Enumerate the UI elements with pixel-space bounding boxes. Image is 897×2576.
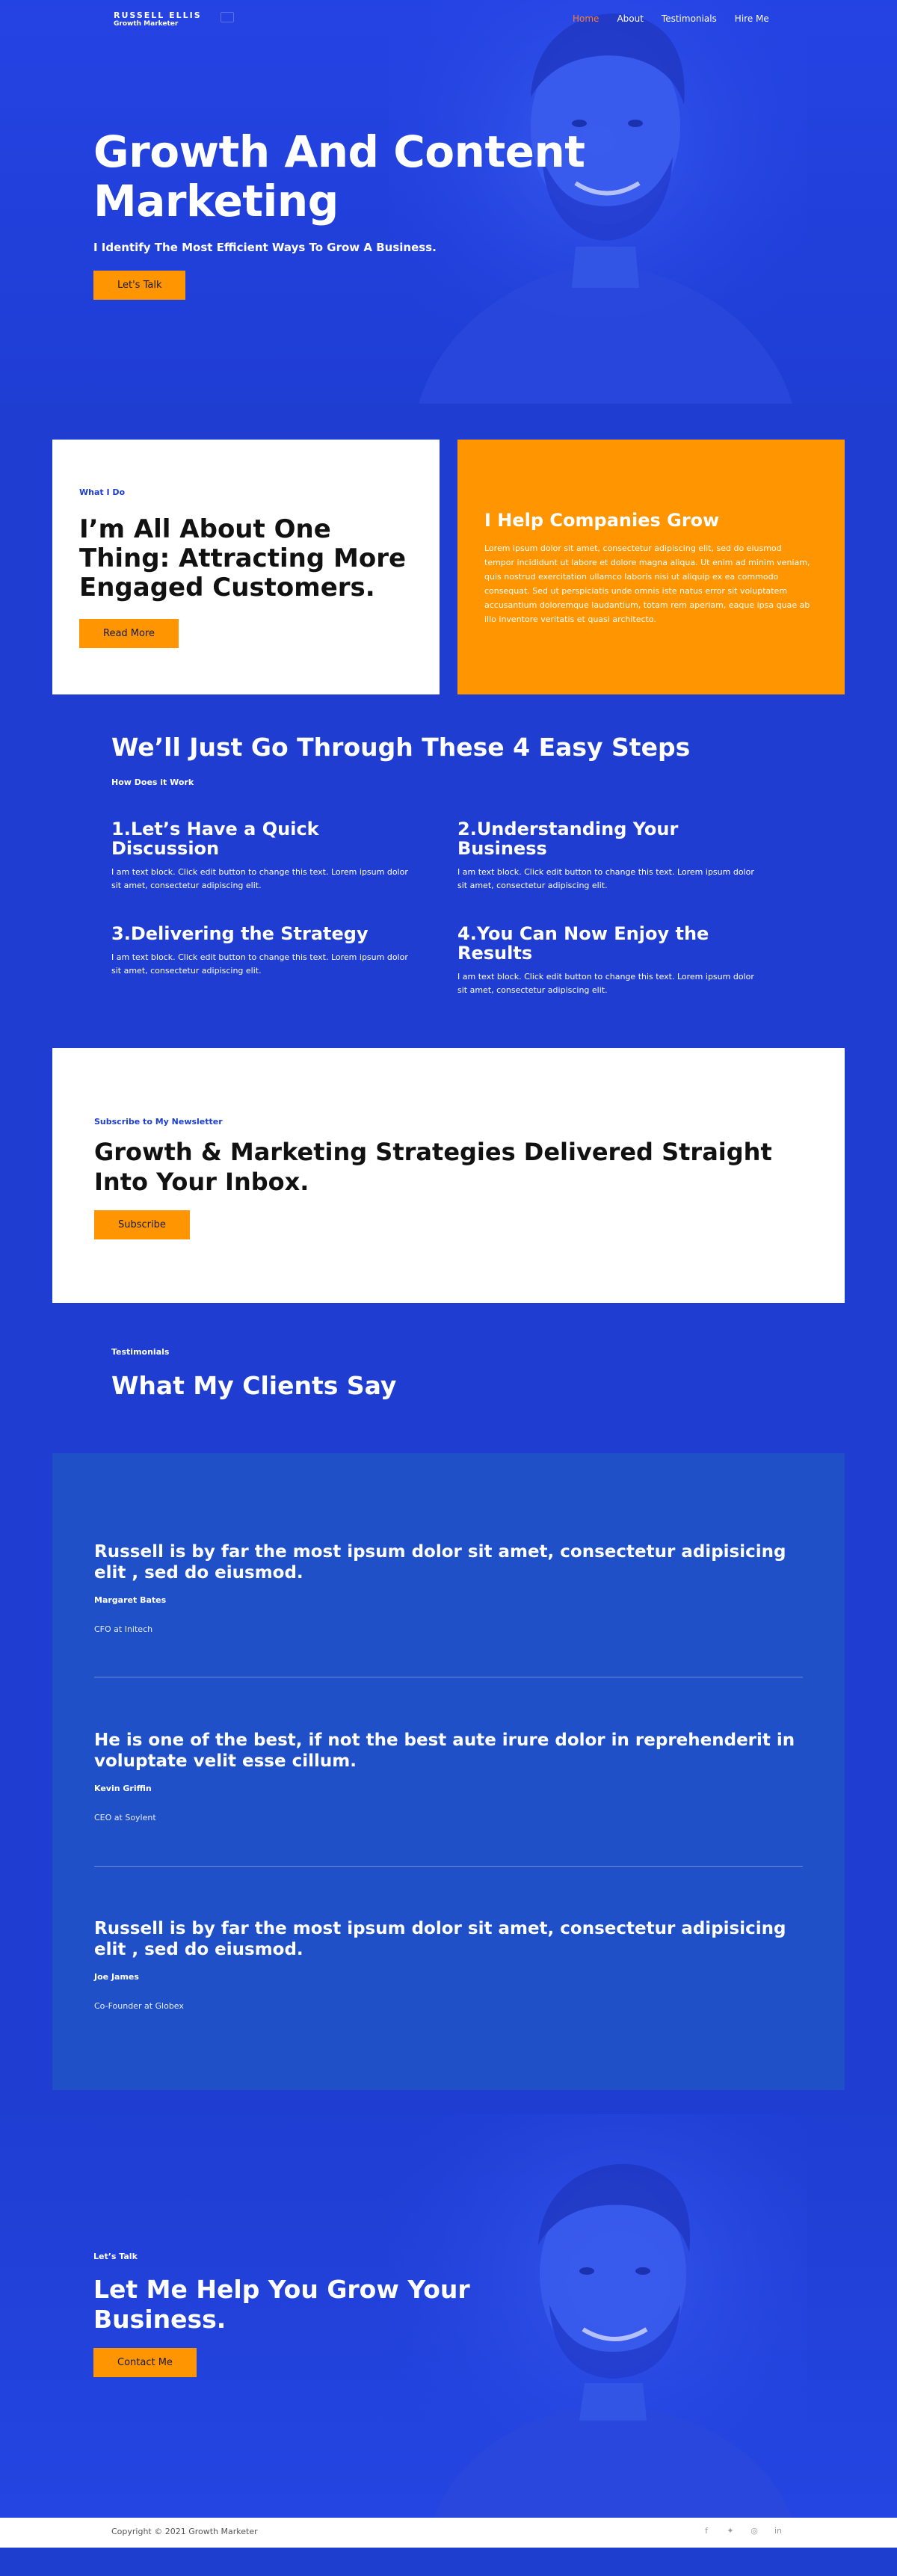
step-item: 2.Understanding Your Business I am text … bbox=[457, 819, 771, 893]
step-title: 2.Understanding Your Business bbox=[457, 819, 679, 859]
nav-item-home[interactable]: Home bbox=[573, 13, 599, 24]
steps-section: We’ll Just Go Through These 4 Easy Steps… bbox=[0, 704, 897, 1048]
step-text: I am text block. Click edit button to ch… bbox=[457, 867, 754, 890]
nav-item-about[interactable]: About bbox=[617, 13, 643, 24]
nav-item-testimonials[interactable]: Testimonials bbox=[662, 13, 717, 24]
testimonial-role: CEO at Soylent bbox=[94, 1813, 156, 1822]
menu-toggle-icon[interactable] bbox=[221, 12, 234, 22]
linkedin-icon[interactable]: in bbox=[773, 2526, 783, 2536]
testimonial-item: Russell is by far the most ipsum dolor s… bbox=[94, 1541, 804, 1634]
hero-content: Growth And Content Marketing I Identify … bbox=[93, 127, 617, 300]
nav-item-hire-me[interactable]: Hire Me bbox=[735, 13, 769, 24]
newsletter-title: Growth & Marketing Strategies Delivered … bbox=[94, 1138, 772, 1196]
testimonial-author: Joe James bbox=[94, 1972, 139, 1982]
social-links: f ✦ ◎ in bbox=[701, 2526, 783, 2536]
what-i-do-title: I’m All About One Thing: Attracting More… bbox=[79, 514, 407, 603]
step-title: 4.You Can Now Enjoy the Results bbox=[457, 923, 709, 964]
testimonials-title: What My Clients Say bbox=[111, 1371, 397, 1400]
step-title: 1.Let’s Have a Quick Discussion bbox=[111, 819, 319, 859]
step-text: I am text block. Click edit button to ch… bbox=[457, 972, 754, 995]
cta-title: Let Me Help You Grow Your Business. bbox=[93, 2275, 470, 2334]
read-more-button[interactable]: Read More bbox=[79, 619, 179, 648]
testimonial-role: Co-Founder at Globex bbox=[94, 2001, 184, 2011]
newsletter-section: Subscribe to My Newsletter Growth & Mark… bbox=[0, 1048, 897, 1326]
testimonials-section: Russell is by far the most ipsum dolor s… bbox=[0, 1453, 897, 2114]
help-companies-title: I Help Companies Grow bbox=[484, 510, 720, 531]
newsletter-card: Subscribe to My Newsletter Growth & Mark… bbox=[52, 1048, 845, 1303]
testimonial-item: Russell is by far the most ipsum dolor s… bbox=[94, 1918, 804, 2011]
top-navigation: RUSSELL ELLIS Growth Marketer Home About… bbox=[0, 0, 897, 39]
hero-section: RUSSELL ELLIS Growth Marketer Home About… bbox=[0, 0, 897, 404]
contact-me-button[interactable]: Contact Me bbox=[93, 2348, 197, 2377]
testimonial-author: Margaret Bates bbox=[94, 1595, 167, 1605]
hero-title: Growth And Content Marketing bbox=[93, 127, 617, 226]
newsletter-eyebrow: Subscribe to My Newsletter bbox=[94, 1117, 223, 1127]
testimonial-quote: Russell is by far the most ipsum dolor s… bbox=[94, 1542, 786, 1583]
testimonials-header: Testimonials What My Clients Say bbox=[0, 1326, 897, 1453]
about-section: What I Do I’m All About One Thing: Attra… bbox=[0, 404, 897, 704]
step-item: 4.You Can Now Enjoy the Results I am tex… bbox=[457, 923, 754, 997]
what-i-do-card: What I Do I’m All About One Thing: Attra… bbox=[52, 440, 440, 694]
facebook-icon[interactable]: f bbox=[701, 2526, 712, 2536]
testimonial-author: Kevin Griffin bbox=[94, 1784, 152, 1793]
step-title: 3.Delivering the Strategy bbox=[111, 923, 369, 944]
hero-subtitle: I Identify The Most Efficient Ways To Gr… bbox=[93, 241, 437, 254]
brand-logo[interactable]: RUSSELL ELLIS Growth Marketer bbox=[114, 10, 202, 28]
testimonial-divider bbox=[94, 1866, 803, 1867]
nav-menu: Home About Testimonials Hire Me bbox=[573, 13, 787, 24]
steps-title: We’ll Just Go Through These 4 Easy Steps bbox=[111, 733, 691, 762]
steps-eyebrow: How Does it Work bbox=[111, 777, 194, 787]
hero-title-line1: Growth And Content bbox=[93, 126, 585, 177]
testimonials-eyebrow: Testimonials bbox=[111, 1347, 170, 1357]
subscribe-button[interactable]: Subscribe bbox=[94, 1210, 190, 1239]
step-text: I am text block. Click edit button to ch… bbox=[111, 867, 408, 890]
instagram-icon[interactable]: ◎ bbox=[749, 2526, 759, 2536]
lets-talk-button[interactable]: Let's Talk bbox=[93, 271, 186, 300]
hero-title-line2: Marketing bbox=[93, 176, 339, 227]
cta-eyebrow: Let’s Talk bbox=[93, 2252, 138, 2261]
copyright-text: Copyright © 2021 Growth Marketer bbox=[111, 2527, 258, 2536]
testimonial-item: He is one of the best, if not the best a… bbox=[94, 1730, 804, 1822]
brand-name: RUSSELL ELLIS bbox=[114, 10, 202, 20]
testimonial-quote: He is one of the best, if not the best a… bbox=[94, 1731, 795, 1771]
help-companies-text: Lorem ipsum dolor sit amet, consectetur … bbox=[484, 543, 810, 624]
brand-tagline: Growth Marketer bbox=[114, 20, 179, 28]
step-item: 3.Delivering the Strategy I am text bloc… bbox=[111, 924, 425, 978]
testimonial-role: CFO at Initech bbox=[94, 1624, 153, 1634]
help-companies-card: I Help Companies Grow Lorem ipsum dolor … bbox=[457, 440, 845, 694]
footer: Copyright © 2021 Growth Marketer f ✦ ◎ i… bbox=[0, 2518, 897, 2548]
step-item: 1.Let’s Have a Quick Discussion I am tex… bbox=[111, 819, 425, 893]
what-i-do-eyebrow: What I Do bbox=[79, 487, 126, 497]
cta-content: Let’s Talk Let Me Help You Grow Your Bus… bbox=[93, 2252, 542, 2377]
testimonials-panel: Russell is by far the most ipsum dolor s… bbox=[52, 1453, 845, 2090]
cta-section: Let’s Talk Let Me Help You Grow Your Bus… bbox=[0, 2114, 897, 2518]
twitter-icon[interactable]: ✦ bbox=[725, 2526, 736, 2536]
step-text: I am text block. Click edit button to ch… bbox=[111, 952, 408, 976]
testimonial-quote: Russell is by far the most ipsum dolor s… bbox=[94, 1919, 786, 1959]
